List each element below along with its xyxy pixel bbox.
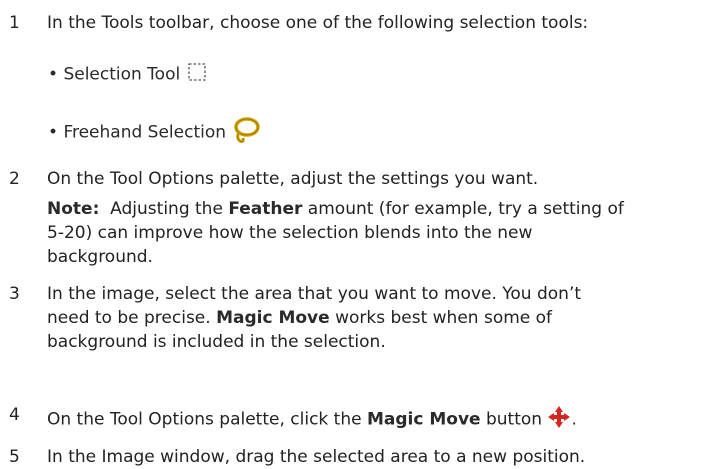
step-3-number: 3 (9, 284, 20, 304)
step-5-text: In the Image window, drag the selected a… (47, 447, 586, 467)
note-pre: Adjusting the (99, 199, 229, 219)
freehand-selection-label: Freehand Selection (63, 122, 227, 143)
note-line-2: 5-20) can improve how the selection blen… (47, 223, 533, 243)
step-3-line-3: background is included in the selection. (47, 332, 386, 352)
step-3-magic-move: Magic Move (216, 308, 330, 328)
step-4-end: . (571, 409, 577, 430)
step-5-number: 5 (9, 447, 20, 467)
step-2-number: 2 (9, 169, 20, 189)
note-line-1: Note: Adjusting the Feather amount (for … (47, 199, 624, 219)
step-3-line-1: In the image, select the area that you w… (47, 284, 582, 304)
bullet-selection-tool: • Selection Tool (48, 61, 208, 88)
step-4-post: button (480, 409, 543, 430)
step-4-text: On the Tool Options palette, click the M… (47, 405, 577, 434)
note-label: Note: (47, 199, 100, 219)
magic-move-icon (547, 405, 571, 434)
step-2-text: On the Tool Options palette, adjust the … (47, 169, 539, 189)
bullet-dot: • (48, 122, 64, 143)
step-4-number: 4 (9, 405, 20, 425)
step-3-line-2: need to be precise. Magic Move works bes… (47, 308, 552, 328)
note-line-3: background. (47, 247, 153, 267)
step-3-post: works best when some of (329, 308, 553, 328)
step-3-pre: need to be precise. (47, 308, 217, 328)
bullet-dot: • (48, 64, 64, 85)
step-4-magic-move: Magic Move (366, 409, 481, 430)
step-1-text: In the Tools toolbar, choose one of the … (47, 13, 589, 33)
note-feather: Feather (228, 199, 303, 219)
selection-tool-icon (186, 61, 208, 88)
note-post: amount (for example, try a setting of (302, 199, 624, 219)
bullet-freehand-selection: • Freehand Selection (48, 116, 261, 149)
step-4-pre: On the Tool Options palette, click the (47, 409, 367, 430)
selection-tool-label: Selection Tool (63, 64, 181, 85)
freehand-selection-icon (231, 116, 261, 149)
step-1-number: 1 (9, 13, 20, 33)
